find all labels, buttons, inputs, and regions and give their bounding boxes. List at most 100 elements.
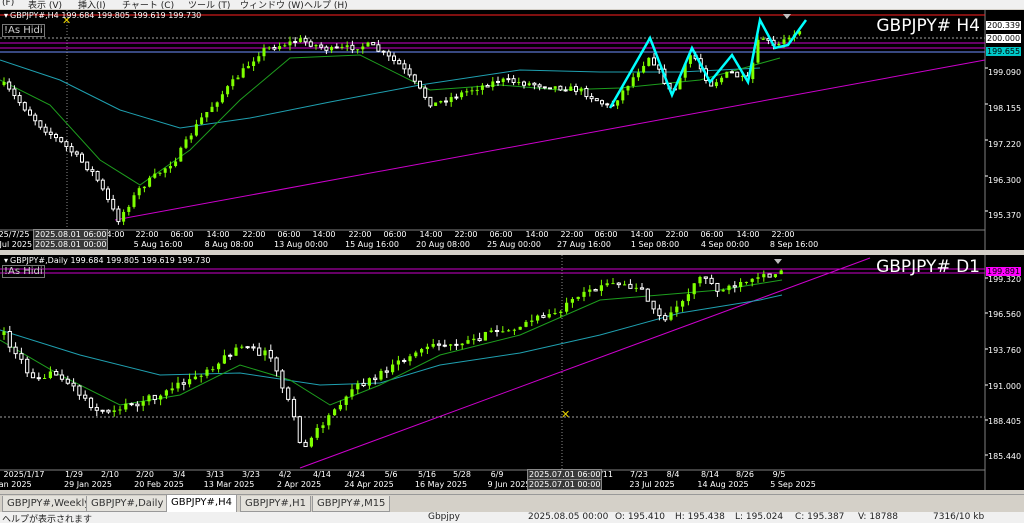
candle-body <box>48 371 52 378</box>
candle-body <box>36 377 41 380</box>
menu-window[interactable]: ウィンドウ (W) <box>240 0 304 9</box>
h4-date-label: 4 Sep 00:00 <box>700 240 750 249</box>
candle-body <box>465 91 469 93</box>
candle-body <box>489 330 493 332</box>
candle-body <box>631 77 635 86</box>
candle-body <box>274 357 279 372</box>
candle-body <box>211 369 215 371</box>
candle-body <box>88 397 94 409</box>
menu-tools[interactable]: ツール (T) <box>188 0 230 9</box>
h4-time-label: 14:00 <box>206 230 230 239</box>
cross-marker-icon: ✕ <box>561 408 570 421</box>
menu-view[interactable]: 表示 (V) <box>28 0 62 9</box>
status-traffic: 7316/10 kb <box>933 512 985 522</box>
h4-date-label: 15 Aug 16:00 <box>345 240 399 249</box>
h4-price-label: 198.155 <box>988 104 1022 113</box>
candle-body <box>470 90 474 92</box>
candle-body <box>512 329 516 331</box>
tab-h4[interactable]: GBPJPY#,H4 <box>166 495 237 513</box>
candle-body <box>350 389 354 397</box>
candle-body <box>721 290 725 292</box>
candle-body <box>174 161 178 166</box>
candle-body <box>681 301 685 307</box>
d1-date-label: 23 Jul 2025 <box>629 480 675 489</box>
h4-time-axis[interactable]: 25/7/25 14:00 22:00 06:00 14:00 22:00 06… <box>0 229 985 250</box>
collapse-triangle-icon[interactable]: ▾ <box>4 256 8 265</box>
candle-body <box>449 97 453 103</box>
tab-m15[interactable]: GBPJPY#,M15 <box>312 496 391 512</box>
menu-bar: (F) 表示 (V) 挿入(I) チャート (C) ツール (T) ウィンドウ … <box>0 0 1024 9</box>
candle-body <box>17 95 22 104</box>
candle-body <box>386 51 391 57</box>
menu-insert[interactable]: 挿入(I) <box>78 0 106 9</box>
d1-price-axis[interactable]: 199.320 196.560 193.760 191.000 188.405 … <box>985 255 1024 490</box>
candle-body <box>762 274 766 278</box>
d1-date-label: 20 Feb 2025 <box>134 480 184 489</box>
h4-time-label: 14:00 <box>419 230 443 239</box>
candle-body <box>217 363 221 370</box>
menu-help[interactable]: ヘルプ (H) <box>304 0 348 9</box>
candle-body <box>412 74 417 82</box>
tab-daily[interactable]: GBPJPY#,Daily <box>86 496 169 512</box>
h4-price-tag-high: 200.339 <box>986 21 1022 30</box>
candle-body <box>787 37 791 40</box>
candle-body <box>392 55 396 62</box>
h4-time-label: 22:00 <box>348 230 372 239</box>
candle-body <box>80 153 84 163</box>
candle-body <box>449 344 453 346</box>
candle-body <box>321 425 325 428</box>
candle-body <box>732 285 737 288</box>
candle-body <box>725 71 729 78</box>
candle-body <box>642 65 646 73</box>
menu-file[interactable]: (F) <box>2 0 14 8</box>
candle-body <box>542 86 547 89</box>
candle-body <box>593 289 598 292</box>
candle-body <box>30 372 36 379</box>
h4-date-label: 8 Aug 08:00 <box>204 240 254 249</box>
candle-body <box>436 343 442 346</box>
candle-body <box>262 47 266 57</box>
candle-body <box>350 44 355 51</box>
candle-body <box>288 41 292 46</box>
candle-body <box>163 168 167 173</box>
candle-body <box>569 86 573 91</box>
chart-window-h4[interactable]: ✕ ▾ GBPJPY#,H4 199.684 199.805 199.619 19… <box>0 10 1024 250</box>
candle-body <box>423 87 428 98</box>
d1-time-label: 1/29 <box>65 470 83 479</box>
candle-body <box>669 312 673 320</box>
h4-date-label: 1 Sep 08:00 <box>630 240 680 249</box>
tab-h1[interactable]: GBPJPY#,H1 <box>240 496 311 512</box>
candle-body <box>65 378 70 384</box>
candle-body <box>135 403 140 407</box>
collapse-triangle-icon[interactable]: ▾ <box>4 11 8 20</box>
h4-date-label: 13 Aug 00:00 <box>274 240 328 249</box>
candle-body <box>176 382 180 389</box>
candle-body <box>582 291 586 297</box>
d1-chart-canvas[interactable]: ✕ <box>0 255 1024 490</box>
candle-body <box>548 87 552 90</box>
h4-price-axis[interactable]: 199.090 198.155 197.220 196.300 195.370 … <box>985 10 1024 250</box>
candle-body <box>714 82 718 87</box>
chart-window-d1[interactable]: ✕ ▾ GBPJPY#,Daily 199.684 199.805 199.619… <box>0 255 1024 490</box>
candle-body <box>106 409 111 413</box>
candle-body <box>252 61 256 67</box>
menu-chart[interactable]: チャート (C) <box>122 0 174 9</box>
h4-price-tag-current: 199.655 <box>986 47 1022 56</box>
candle-body <box>28 109 32 116</box>
h4-chart-canvas[interactable]: ✕ <box>0 10 1024 250</box>
candle-body <box>565 302 569 312</box>
d1-time-axis[interactable]: 2025/1/17 1/29 2/10 2/20 3/4 3/13 3/23 4… <box>0 469 985 490</box>
candle-body <box>485 84 490 88</box>
h4-price-tag-level: 200.000 <box>986 34 1022 43</box>
status-low: L: 195.024 <box>735 512 784 522</box>
d1-time-label: 8/14 <box>701 470 719 479</box>
candle-body <box>54 133 58 139</box>
candle-body <box>267 47 271 49</box>
h4-time-label: 22:00 <box>771 230 795 239</box>
candle-body <box>511 78 516 84</box>
candle-body <box>756 277 760 279</box>
h4-time-label: 06:00 <box>594 230 618 239</box>
candle-body <box>59 137 64 143</box>
tab-weekly[interactable]: GBPJPY#,Weekly <box>2 496 96 512</box>
candle-body <box>698 276 702 284</box>
